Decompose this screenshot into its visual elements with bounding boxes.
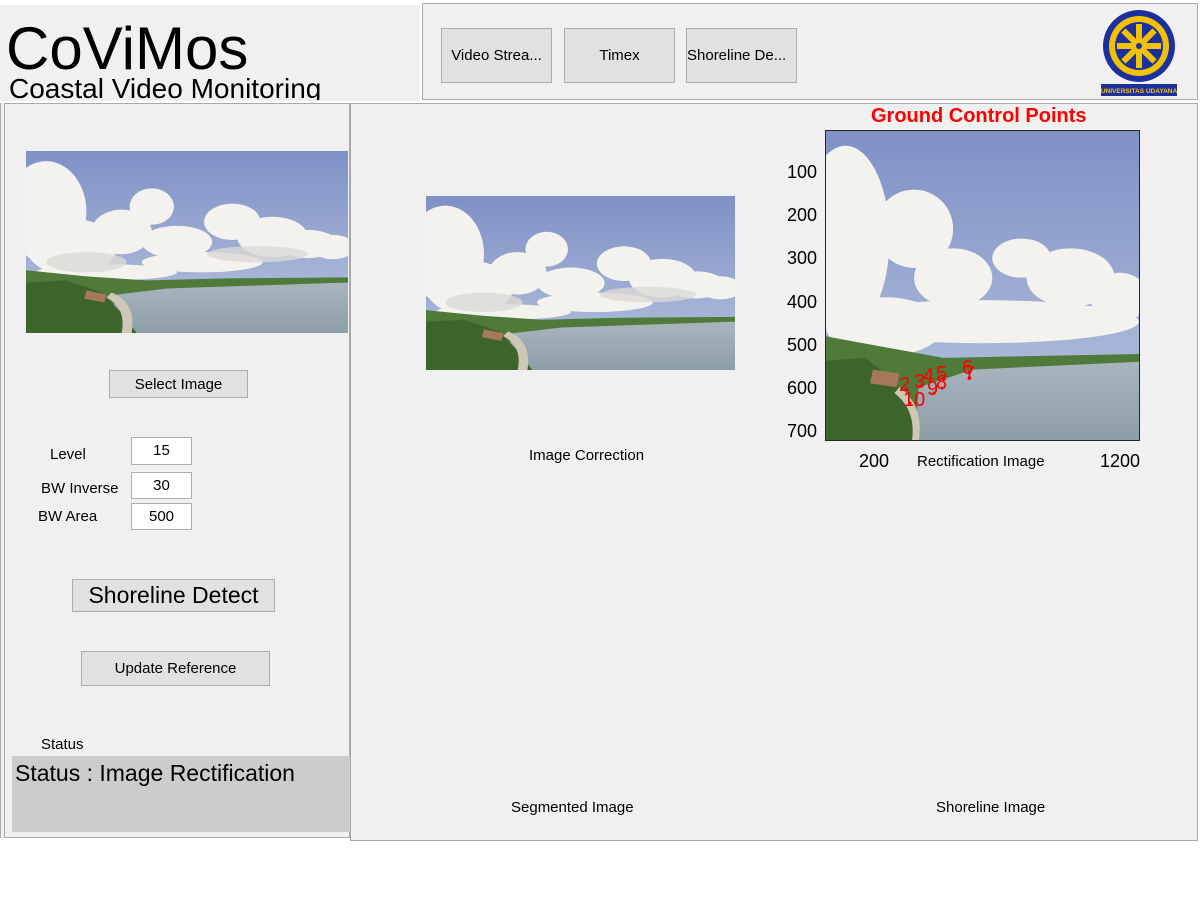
- x-tick-1200: 1200: [1100, 451, 1141, 471]
- source-image-thumbnail: [26, 151, 348, 333]
- rectification-axes: 2 3 4 5 6 7 8 9 10: [825, 130, 1140, 441]
- shoreline-detect-button[interactable]: Shoreline Detect: [72, 579, 275, 612]
- axes-panel: Image Correction Ground Control Points 2: [350, 103, 1198, 841]
- shoreline-image-caption: Shoreline Image: [936, 799, 1046, 815]
- y-tick-600: 600: [787, 378, 818, 398]
- shoreline-detection-button[interactable]: Shoreline De...: [686, 28, 797, 83]
- app-title: CoViMos: [6, 15, 249, 77]
- update-reference-button[interactable]: Update Reference: [81, 651, 270, 686]
- timex-button[interactable]: Timex: [564, 28, 675, 83]
- gcp-points: [904, 370, 972, 405]
- y-tick-700: 700: [787, 421, 818, 441]
- status-box: Status : Image Rectification: [12, 756, 350, 832]
- header-title-panel: CoViMos Coastal Video Monitoring: [0, 5, 420, 101]
- status-text: Status : Image Rectification: [15, 760, 295, 786]
- image-correction-view: [426, 196, 735, 370]
- y-tick-400: 400: [787, 292, 818, 312]
- logo-text: UNIVERSITAS UDAYANA: [1101, 88, 1178, 95]
- segmented-image-caption: Segmented Image: [511, 799, 634, 815]
- header-nav-panel: Video Strea... Timex Shoreline De... UNI…: [422, 3, 1198, 100]
- app-subtitle: Coastal Video Monitoring: [9, 73, 322, 100]
- level-label: Level: [50, 446, 86, 463]
- y-tick-500: 500: [787, 335, 818, 355]
- y-tick-100: 100: [787, 162, 818, 182]
- y-tick-200: 200: [787, 205, 818, 225]
- select-image-button[interactable]: Select Image: [109, 370, 248, 398]
- bw-area-label: BW Area: [38, 508, 98, 525]
- left-panel-edge: [0, 103, 4, 838]
- bw-area-input[interactable]: 500: [131, 503, 192, 530]
- level-input[interactable]: 15: [131, 437, 192, 465]
- image-correction-caption: Image Correction: [529, 447, 645, 463]
- status-label: Status: [41, 736, 84, 753]
- bw-inverse-input[interactable]: 30: [131, 472, 192, 499]
- video-stream-button[interactable]: Video Strea...: [441, 28, 552, 83]
- university-logo: UNIVERSITAS UDAYANA: [1099, 8, 1179, 98]
- y-tick-300: 300: [787, 248, 818, 268]
- x-tick-200: 200: [859, 451, 890, 471]
- gcp-chart-title: Ground Control Points: [871, 105, 1087, 127]
- rectification-caption: Rectification Image: [917, 453, 1045, 469]
- control-panel: Select Image Level 15 BW Inverse 30 BW A…: [4, 103, 350, 838]
- bw-inverse-label: BW Inverse: [41, 480, 119, 497]
